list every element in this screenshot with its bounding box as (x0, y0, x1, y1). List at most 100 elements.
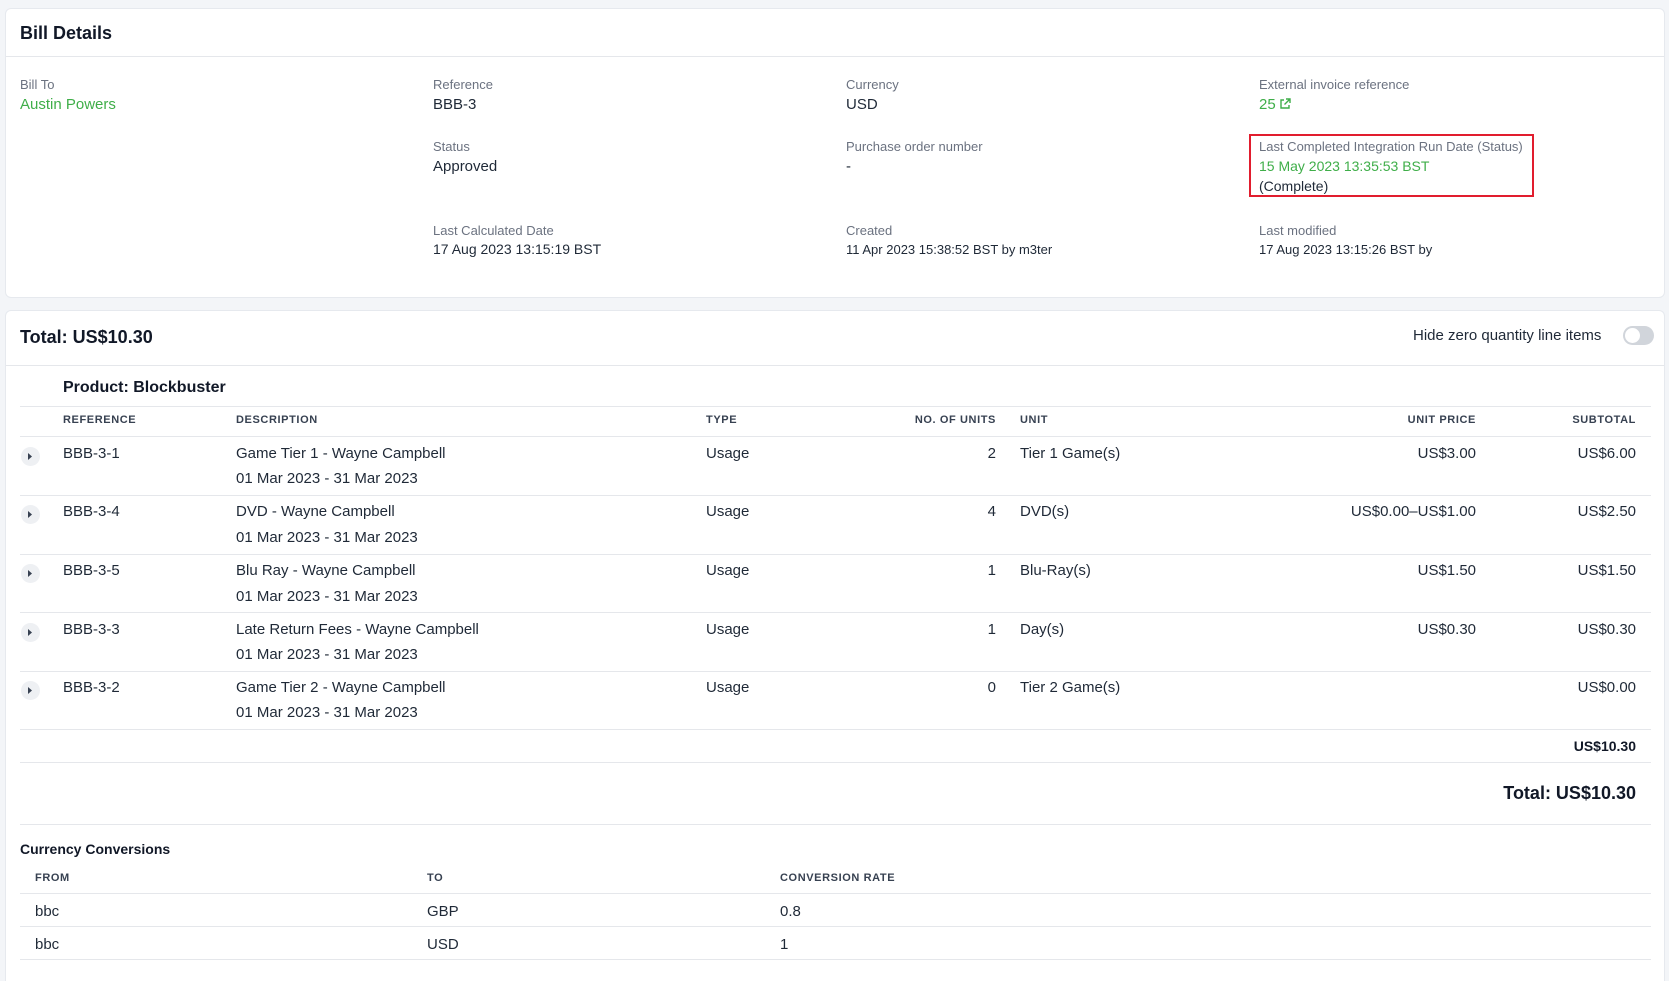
row-subtotal: US$6.00 (1577, 445, 1636, 462)
col-description: DESCRIPTION (236, 414, 318, 426)
divider (20, 406, 1651, 407)
conversion-to: GBP (427, 903, 459, 920)
toggle-knob (1625, 328, 1640, 343)
row-unit: Blu-Ray(s) (1020, 562, 1091, 579)
row-reference: BBB-3-4 (63, 503, 120, 520)
row-unit: Day(s) (1020, 621, 1065, 638)
row-type: Usage (706, 562, 750, 579)
hide-zero-label: Hide zero quantity line items (1413, 327, 1602, 344)
bill-to-link[interactable]: Austin Powers (20, 96, 116, 113)
total-header: Total: US$10.30 (20, 327, 153, 347)
grand-total: Total: US$10.30 (1503, 783, 1636, 803)
expand-row-button[interactable] (21, 505, 40, 524)
divider (20, 762, 1651, 763)
row-description-link[interactable]: Game Tier 1 - Wayne Campbell (236, 445, 446, 462)
row-units: 1 (987, 562, 996, 579)
row-subtotal: US$1.50 (1577, 562, 1636, 579)
last-calculated-value: 17 Aug 2023 13:15:19 BST (433, 241, 602, 257)
currency-label: Currency (846, 77, 899, 92)
expand-row-button[interactable] (21, 681, 40, 700)
row-type: Usage (706, 503, 750, 520)
currency-value: USD (846, 96, 878, 113)
line-items-card: Total: US$10.30 Hide zero quantity line … (5, 310, 1665, 981)
row-units: 4 (987, 503, 996, 520)
row-type: Usage (706, 445, 750, 462)
divider (20, 729, 1651, 730)
divider (20, 436, 1651, 437)
bill-details-title: Bill Details (20, 23, 113, 43)
po-number-label: Purchase order number (846, 139, 983, 154)
row-unit-price: US$0.30 (1417, 621, 1476, 638)
row-units: 1 (987, 621, 996, 638)
col-unit-price: UNIT PRICE (1407, 414, 1476, 426)
row-description-link[interactable]: DVD - Wayne Campbell (236, 503, 395, 520)
col-unit: UNIT (1020, 414, 1049, 426)
row-unit: Tier 1 Game(s) (1020, 445, 1121, 462)
bill-to-label: Bill To (20, 77, 55, 92)
row-description-link[interactable]: Blu Ray - Wayne Campbell (236, 562, 416, 579)
col-subtotal: SUBTOTAL (1572, 414, 1636, 426)
row-unit-price: US$1.50 (1417, 562, 1476, 579)
row-type: Usage (706, 679, 750, 696)
row-description-link[interactable]: Game Tier 2 - Wayne Campbell (236, 679, 446, 696)
po-number-value: - (846, 158, 851, 175)
col-reference: REFERENCE (63, 414, 137, 426)
divider (20, 959, 1651, 960)
row-reference: BBB-3-5 (63, 562, 120, 579)
row-description-link[interactable]: Late Return Fees - Wayne Campbell (236, 621, 479, 638)
divider (20, 495, 1651, 496)
row-reference: BBB-3-3 (63, 621, 120, 638)
external-ref-label: External invoice reference (1259, 77, 1410, 92)
col-type: TYPE (706, 414, 738, 426)
conversion-to: USD (427, 936, 459, 953)
external-ref-link[interactable]: 25 (1259, 96, 1291, 114)
created-label: Created (846, 223, 893, 238)
conversion-rate: 0.8 (780, 903, 801, 920)
row-subtotal: US$0.30 (1577, 621, 1636, 638)
expand-row-button[interactable] (21, 447, 40, 466)
divider (6, 56, 1664, 57)
row-period: 01 Mar 2023 - 31 Mar 2023 (236, 529, 418, 546)
row-subtotal: US$0.00 (1577, 679, 1636, 696)
row-unit: Tier 2 Game(s) (1020, 679, 1121, 696)
integration-highlight-box (1249, 134, 1534, 197)
row-period: 01 Mar 2023 - 31 Mar 2023 (236, 588, 418, 605)
caret-right-icon (28, 629, 32, 636)
divider (20, 893, 1651, 894)
caret-right-icon (28, 453, 32, 460)
conversion-from: bbc (35, 903, 60, 920)
row-reference: BBB-3-2 (63, 679, 120, 696)
last-calculated-label: Last Calculated Date (433, 223, 554, 238)
status-label: Status (433, 139, 470, 154)
row-type: Usage (706, 621, 750, 638)
row-units: 0 (987, 679, 996, 696)
external-ref-value: 25 (1259, 96, 1276, 113)
conversion-from: bbc (35, 936, 60, 953)
col-to: TO (427, 872, 444, 884)
conversions-title: Currency Conversions (20, 841, 171, 857)
row-unit: DVD(s) (1020, 503, 1070, 520)
row-period: 01 Mar 2023 - 31 Mar 2023 (236, 704, 418, 721)
divider (20, 926, 1651, 927)
status-value: Approved (433, 158, 498, 175)
divider (20, 671, 1651, 672)
caret-right-icon (28, 570, 32, 577)
row-units: 2 (987, 445, 996, 462)
caret-right-icon (28, 511, 32, 518)
expand-row-button[interactable] (21, 564, 40, 583)
divider (20, 612, 1651, 613)
product-title: Product: Blockbuster (63, 379, 226, 396)
col-units: NO. OF UNITS (914, 414, 996, 426)
bill-details-card: Bill Details Bill To Austin Powers Refer… (5, 8, 1665, 298)
row-period: 01 Mar 2023 - 31 Mar 2023 (236, 646, 418, 663)
row-subtotal: US$2.50 (1577, 503, 1636, 520)
col-conversion-rate: CONVERSION RATE (780, 872, 896, 884)
row-reference: BBB-3-1 (63, 445, 120, 462)
row-period: 01 Mar 2023 - 31 Mar 2023 (236, 470, 418, 487)
divider (20, 554, 1651, 555)
reference-label: Reference (433, 77, 493, 92)
expand-row-button[interactable] (21, 623, 40, 642)
hide-zero-toggle[interactable] (1623, 326, 1654, 345)
col-from: FROM (35, 872, 70, 884)
last-modified-value: 17 Aug 2023 13:15:26 BST by (1259, 242, 1433, 257)
